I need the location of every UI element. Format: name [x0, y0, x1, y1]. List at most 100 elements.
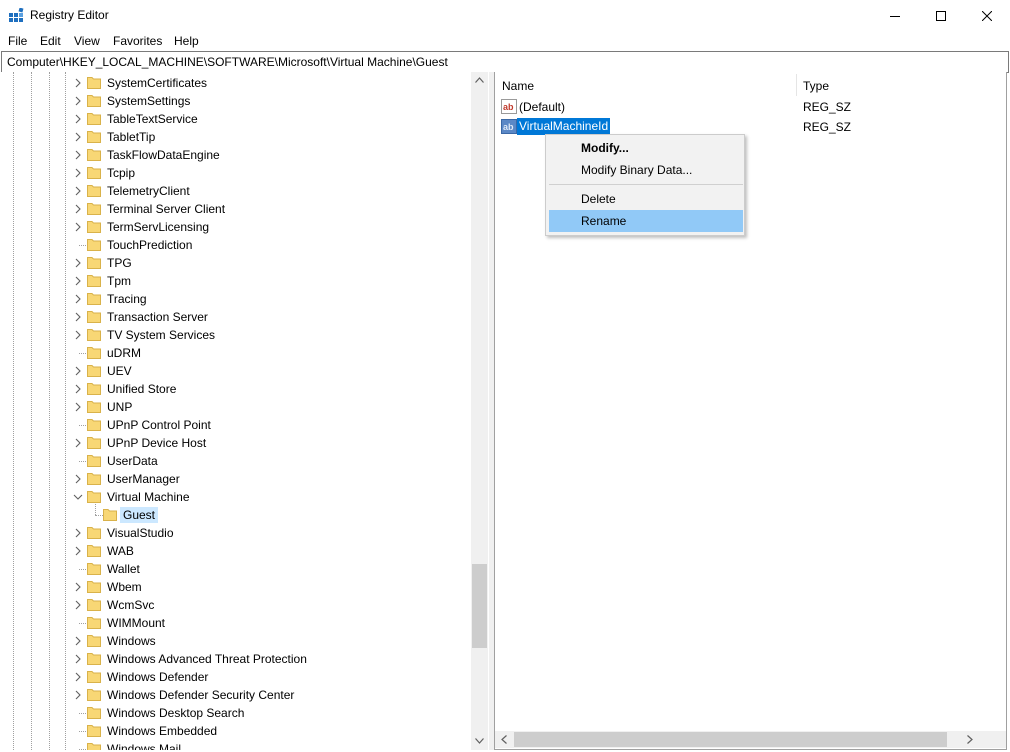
tree-item-label: UEV	[107, 364, 132, 378]
menu-help[interactable]: Help	[174, 34, 199, 48]
column-divider[interactable]	[796, 74, 797, 96]
chevron-right-icon[interactable]	[73, 474, 83, 484]
tree-item[interactable]: UEV	[0, 362, 470, 380]
key-tree[interactable]: SystemCertificates SystemSettings TableTex…	[0, 72, 489, 750]
tree-item[interactable]: TouchPrediction	[0, 236, 470, 254]
tree-item[interactable]: Windows	[0, 632, 470, 650]
menu-edit[interactable]: Edit	[40, 34, 61, 48]
close-button[interactable]	[964, 0, 1010, 31]
chevron-right-icon[interactable]	[73, 294, 83, 304]
tree-item[interactable]: UserData	[0, 452, 470, 470]
tree-item[interactable]: Virtual Machine	[0, 488, 470, 506]
tree-item-label: TPG	[107, 256, 132, 270]
tree-item[interactable]: Transaction Server	[0, 308, 470, 326]
values-horizontal-scrollbar[interactable]	[495, 731, 1006, 748]
tree-item[interactable]: Windows Advanced Threat Protection	[0, 650, 470, 668]
chevron-right-icon[interactable]	[73, 528, 83, 538]
chevron-right-icon[interactable]	[73, 582, 83, 592]
tree-item-label: Transaction Server	[107, 310, 208, 324]
chevron-right-icon[interactable]	[73, 222, 83, 232]
tree-item[interactable]: uDRM	[0, 344, 470, 362]
context-item-modify-binary[interactable]: Modify Binary Data...	[549, 159, 743, 181]
chevron-right-icon[interactable]	[73, 366, 83, 376]
chevron-right-icon[interactable]	[73, 276, 83, 286]
chevron-right-icon[interactable]	[73, 654, 83, 664]
chevron-right-icon[interactable]	[73, 96, 83, 106]
tree-item[interactable]: TelemetryClient	[0, 182, 470, 200]
chevron-right-icon[interactable]	[73, 312, 83, 322]
tree-scroll-thumb[interactable]	[472, 564, 487, 648]
scroll-right-icon[interactable]	[967, 735, 973, 744]
chevron-right-icon[interactable]	[73, 150, 83, 160]
tree-item[interactable]: UPnP Device Host	[0, 434, 470, 452]
column-header-name[interactable]: Name	[502, 79, 534, 99]
tree-item[interactable]: Tracing	[0, 290, 470, 308]
menu-file[interactable]: File	[8, 34, 27, 48]
chevron-right-icon[interactable]	[73, 600, 83, 610]
column-header-type[interactable]: Type	[803, 79, 829, 99]
tree-item[interactable]: WIMMount	[0, 614, 470, 632]
tree-item[interactable]: Windows Mail	[0, 740, 470, 750]
address-bar[interactable]: Computer\HKEY_LOCAL_MACHINE\SOFTWARE\Mic…	[1, 51, 1009, 73]
scroll-left-icon[interactable]	[501, 735, 507, 744]
chevron-right-icon[interactable]	[73, 78, 83, 88]
tree-item[interactable]: SystemSettings	[0, 92, 470, 110]
chevron-right-icon[interactable]	[73, 330, 83, 340]
tree-item[interactable]: UserManager	[0, 470, 470, 488]
tree-item[interactable]: TableTextService	[0, 110, 470, 128]
scroll-down-icon[interactable]	[475, 738, 484, 744]
tree-item[interactable]: Terminal Server Client	[0, 200, 470, 218]
chevron-right-icon[interactable]	[73, 636, 83, 646]
chevron-down-icon[interactable]	[73, 492, 83, 502]
chevron-right-icon[interactable]	[73, 258, 83, 268]
menu-view[interactable]: View	[74, 34, 100, 48]
tree-item[interactable]: Wbem	[0, 578, 470, 596]
chevron-right-icon[interactable]	[73, 546, 83, 556]
chevron-right-icon[interactable]	[73, 132, 83, 142]
tree-item[interactable]: Tpm	[0, 272, 470, 290]
tree-item-selected[interactable]: Guest	[0, 504, 470, 524]
tree-item[interactable]: UNP	[0, 398, 470, 416]
folder-icon	[87, 383, 101, 395]
folder-icon	[87, 149, 101, 161]
chevron-right-icon[interactable]	[73, 672, 83, 682]
tree-item[interactable]: WcmSvc	[0, 596, 470, 614]
tree-item[interactable]: Windows Defender Security Center	[0, 686, 470, 704]
value-type: REG_SZ	[803, 120, 852, 134]
chevron-right-icon[interactable]	[73, 402, 83, 412]
chevron-right-icon[interactable]	[73, 384, 83, 394]
tree-item[interactable]: TPG	[0, 254, 470, 272]
maximize-button[interactable]	[918, 0, 964, 31]
tree-item[interactable]: Wallet	[0, 560, 470, 578]
scroll-up-icon[interactable]	[475, 77, 484, 83]
tree-item[interactable]: UPnP Control Point	[0, 416, 470, 434]
tree-item[interactable]: WAB	[0, 542, 470, 560]
tree-item[interactable]: TV System Services	[0, 326, 470, 344]
tree-item[interactable]: Unified Store	[0, 380, 470, 398]
chevron-right-icon[interactable]	[73, 186, 83, 196]
tree-item[interactable]: TermServLicensing	[0, 218, 470, 236]
context-item-rename[interactable]: Rename	[549, 210, 743, 232]
tree-item-label: Windows Defender Security Center	[107, 688, 295, 702]
chevron-right-icon[interactable]	[73, 690, 83, 700]
tree-item[interactable]: TabletTip	[0, 128, 470, 146]
tree-item[interactable]: Windows Defender	[0, 668, 470, 686]
tree-item[interactable]: VisualStudio	[0, 524, 470, 542]
context-item-modify[interactable]: Modify...	[549, 137, 743, 159]
minimize-button[interactable]	[872, 0, 918, 31]
list-row[interactable]: ab (Default) REG_SZ	[495, 97, 1006, 116]
chevron-right-icon[interactable]	[73, 168, 83, 178]
tree-item[interactable]: TaskFlowDataEngine	[0, 146, 470, 164]
tree-item[interactable]: Windows Desktop Search	[0, 704, 470, 722]
tree-item[interactable]: Windows Embedded	[0, 722, 470, 740]
chevron-right-icon[interactable]	[73, 204, 83, 214]
tree-item[interactable]: Tcpip	[0, 164, 470, 182]
tree-item[interactable]: SystemCertificates	[0, 74, 470, 92]
tree-guide-line	[79, 461, 86, 462]
values-scroll-thumb[interactable]	[514, 732, 947, 747]
chevron-right-icon[interactable]	[73, 114, 83, 124]
menu-favorites[interactable]: Favorites	[113, 34, 162, 48]
context-item-delete[interactable]: Delete	[549, 188, 743, 210]
tree-vertical-scrollbar[interactable]	[471, 72, 488, 750]
chevron-right-icon[interactable]	[73, 438, 83, 448]
